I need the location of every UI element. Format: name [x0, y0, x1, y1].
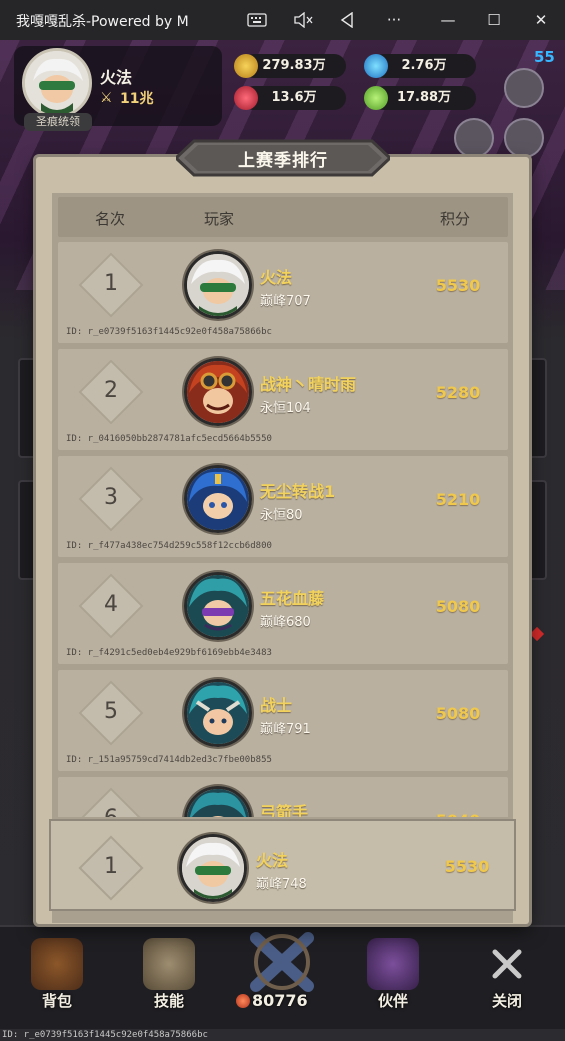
partner-tab-label: 伙伴 [377, 992, 408, 1010]
skills-tab-label: 技能 [153, 992, 184, 1010]
close-window-button[interactable]: ✕ [527, 6, 555, 34]
keyboard-icon[interactable] [243, 6, 271, 34]
battle-power-value: 80776 [252, 991, 308, 1010]
player-name: 战神丶晴时雨 [260, 375, 357, 394]
player-name: 火法 [260, 268, 293, 287]
player-id: ID: r_f4291c5ed0eb4e929bf6169ebb4e3483 [66, 648, 272, 658]
bag-tab-label: 背包 [41, 992, 72, 1010]
teal-masked-hero-avatar [184, 572, 252, 640]
diamond-icon [364, 54, 388, 78]
player-score: 5530 [444, 857, 490, 876]
window-title: 我嘎嘎乱杀-Powered by M [16, 14, 189, 30]
scroll-icon [143, 938, 195, 990]
ranking-row[interactable]: 3 无尘转战1 永恒80 5210 ID: r_f477a438ec754d25… [58, 456, 508, 557]
ranking-list[interactable]: 1 火法 巅峰707 5530 ID: r_e0739f5163f1445c92… [58, 242, 508, 817]
header-power: 11兆 [120, 91, 154, 107]
player-tier: 巅峰680 [260, 615, 311, 630]
player-id: ID: r_151a95759cd7414db2ed3c7fbe00b855 [66, 755, 272, 765]
player-name: 火法 [256, 851, 289, 870]
wings-icon [367, 938, 419, 990]
rank-number: 2 [104, 378, 118, 403]
green-haired-hero-avatar [179, 834, 247, 902]
bag-tab[interactable]: 背包 [22, 930, 92, 1020]
battle-tab[interactable]: 80776 [226, 930, 338, 1020]
green-haired-hero-avatar [184, 251, 252, 319]
rank-number: 1 [104, 271, 118, 296]
player-name: 弓箭手 [260, 803, 309, 817]
player-id: ID: r_f477a438ec754d259c558f12ccb6d800 [66, 541, 272, 551]
modal-title: 上赛季排行 [238, 151, 328, 171]
rank-number: 5 [104, 699, 118, 724]
archer-hero-avatar [184, 786, 252, 817]
blue-haired-hero-avatar [184, 465, 252, 533]
header-avatar[interactable] [22, 48, 92, 118]
gear-icon[interactable] [504, 118, 544, 158]
footer-player-id: ID: r_e0739f5163f1445c92e0f458a75866bc [2, 1030, 208, 1040]
window-titlebar: 我嘎嘎乱杀-Powered by M ··· — ☐ ✕ [0, 0, 565, 40]
close-tab-label: 关闭 [491, 992, 522, 1010]
ranking-row[interactable]: 5 战士 巅峰791 5080 ID: r_151a95759cd7414db2… [58, 670, 508, 771]
close-tab[interactable]: 关闭 [472, 930, 542, 1020]
ranking-row[interactable]: 4 五花血藤 巅峰680 5080 ID: r_f4291c5ed0eb4e92… [58, 563, 508, 664]
player-id: ID: r_e0739f5163f1445c92e0f458a75866bc [66, 327, 272, 337]
partner-tab[interactable]: 伙伴 [358, 930, 428, 1020]
speaker-mute-icon[interactable] [289, 6, 317, 34]
player-score: 5210 [435, 490, 481, 509]
skills-tab[interactable]: 技能 [134, 930, 204, 1020]
column-rank: 名次 [95, 210, 126, 228]
column-player: 玩家 [204, 210, 235, 228]
player-tier: 永恒80 [260, 508, 303, 523]
player-score: 5530 [435, 276, 481, 295]
header-player-name: 火法 [100, 68, 133, 87]
red-goggles-hero-avatar [184, 358, 252, 426]
teal-warrior-hero-avatar [184, 679, 252, 747]
player-name: 五花血藤 [260, 589, 325, 608]
more-options-button[interactable]: ··· [380, 6, 408, 34]
rank-number: 6 [88, 806, 134, 817]
ranking-column-header: 名次 玩家 积分 [58, 197, 508, 237]
player-id: ID: r_0416050bb2874781afc5ecd5664b5550 [66, 434, 272, 444]
stamina-pill-icon [364, 86, 388, 110]
ranking-row[interactable]: 2 战神丶晴时雨 永恒104 5280 ID: r_0416050bb28747… [58, 349, 508, 450]
crossed-swords-icon: ⚔ [100, 90, 113, 106]
fps-counter: 55 [534, 48, 555, 66]
player-name: 战士 [260, 696, 293, 715]
ranking-row[interactable]: 6 弓箭手 5040 [58, 777, 508, 817]
ruby-icon [234, 86, 258, 110]
rank-number: 1 [104, 854, 118, 879]
chevron-down-icon[interactable] [504, 68, 544, 108]
player-tier: 巅峰791 [260, 722, 311, 737]
player-tier: 永恒104 [260, 401, 311, 416]
player-name: 无尘转战1 [260, 482, 336, 501]
gold-coin-icon [234, 54, 258, 78]
player-score: 5080 [435, 704, 481, 723]
maximize-button[interactable]: ☐ [480, 6, 508, 34]
back-triangle-icon[interactable] [333, 6, 361, 34]
column-score: 积分 [440, 210, 471, 228]
rank-number: 4 [104, 592, 118, 617]
crossed-swords-emblem-icon [250, 932, 314, 992]
player-score: 5280 [435, 383, 481, 402]
power-gem-icon [236, 994, 250, 1008]
my-ranking-row[interactable]: 1 火法 巅峰748 5530 [49, 819, 516, 911]
bag-icon [31, 938, 83, 990]
rank-number: 3 [104, 485, 118, 510]
rank-badge: 圣痕统领 [24, 113, 92, 131]
player-score: 5080 [435, 597, 481, 616]
close-icon [481, 938, 533, 990]
ranking-row[interactable]: 1 火法 巅峰707 5530 ID: r_e0739f5163f1445c92… [58, 242, 508, 343]
minimize-button[interactable]: — [434, 6, 462, 34]
calendar-icon[interactable] [454, 118, 494, 158]
player-score: 5040 [418, 811, 498, 817]
player-tier: 巅峰707 [260, 294, 311, 309]
player-tier: 巅峰748 [256, 877, 307, 892]
